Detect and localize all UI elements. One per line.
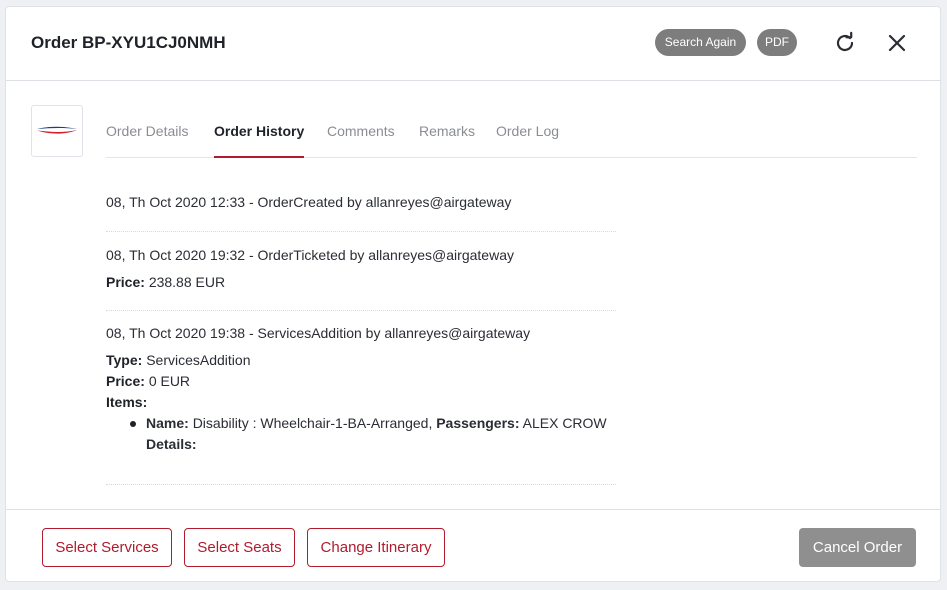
bullet-icon (130, 421, 136, 427)
select-services-button[interactable]: Select Services (42, 528, 172, 567)
history-entry-title: 08, Th Oct 2020 19:32 - OrderTicketed by… (106, 247, 514, 263)
price-row: Price: 238.88 EUR (106, 272, 616, 293)
modal-footer: Select Services Select Seats Change Itin… (6, 509, 940, 581)
history-entry: 08, Th Oct 2020 12:33 - OrderCreated by … (106, 192, 616, 232)
price-row: Price: 0 EUR (106, 371, 616, 392)
tab-comments[interactable]: Comments (327, 105, 395, 158)
modal-header: Order BP-XYU1CJ0NMH Search Again PDF (6, 7, 940, 81)
item-passengers-value: ALEX CROW (522, 415, 607, 431)
price-value: 0 EUR (148, 373, 191, 389)
price-value: 238.88 EUR (148, 274, 226, 290)
airline-logo (31, 105, 83, 157)
price-label: Price: (106, 274, 145, 290)
item-passengers-label: Passengers: (436, 415, 520, 431)
type-label: Type: (106, 352, 143, 368)
price-label: Price: (106, 373, 145, 389)
item-details-label: Details: (146, 436, 197, 452)
tab-remarks[interactable]: Remarks (419, 105, 475, 158)
order-modal: Order BP-XYU1CJ0NMH Search Again PDF Ord… (5, 6, 941, 582)
select-seats-button[interactable]: Select Seats (184, 528, 295, 567)
british-airways-logo-icon (37, 126, 77, 134)
list-item: Name: Disability : Wheelchair-1-BA-Arran… (128, 413, 616, 434)
order-title: Order BP-XYU1CJ0NMH (31, 33, 226, 52)
cancel-order-button[interactable]: Cancel Order (799, 528, 916, 567)
history-entry: 08, Th Oct 2020 19:38 - ServicesAddition… (106, 311, 616, 485)
history-entry-title: 08, Th Oct 2020 12:33 - OrderCreated by … (106, 194, 512, 210)
search-again-button[interactable]: Search Again (655, 29, 746, 56)
refresh-icon[interactable] (833, 31, 857, 55)
item-name-label: Name: (146, 415, 189, 431)
tab-order-details[interactable]: Order Details (106, 105, 188, 158)
close-icon[interactable] (885, 31, 909, 55)
tab-bar: Order Details Order History Comments Rem… (106, 105, 917, 158)
tab-order-history[interactable]: Order History (214, 105, 305, 158)
item-details-row: Details: (128, 434, 616, 455)
item-name-value: Disability : Wheelchair-1-BA-Arranged, (192, 415, 433, 431)
type-row: Type: ServicesAddition (106, 350, 616, 371)
tab-order-log[interactable]: Order Log (496, 105, 559, 158)
items-list: Name: Disability : Wheelchair-1-BA-Arran… (106, 413, 616, 455)
items-row: Items: (106, 392, 616, 413)
order-history-list: 08, Th Oct 2020 12:33 - OrderCreated by … (106, 192, 616, 485)
type-value: ServicesAddition (146, 352, 251, 368)
history-entry-title: 08, Th Oct 2020 19:38 - ServicesAddition… (106, 325, 531, 341)
history-entry: 08, Th Oct 2020 19:32 - OrderTicketed by… (106, 232, 616, 311)
items-label: Items: (106, 394, 148, 410)
pdf-button[interactable]: PDF (757, 29, 797, 56)
change-itinerary-button[interactable]: Change Itinerary (307, 528, 445, 567)
